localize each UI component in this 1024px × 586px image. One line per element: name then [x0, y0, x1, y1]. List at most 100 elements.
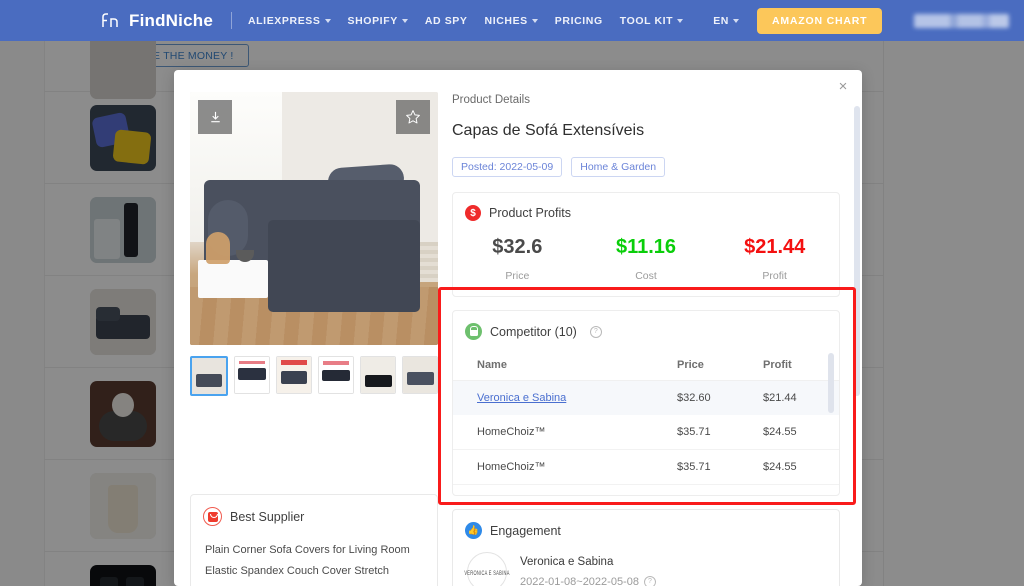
fn-monogram-glyph — [102, 12, 118, 27]
profit-cell: $32.6 Price — [453, 236, 582, 282]
nav-right-group: EN AMAZON CHART — [713, 7, 1010, 34]
thumbnail-4[interactable] — [318, 356, 354, 394]
profit-values-row: $32.6 Price $11.16 Cost $21.44 Profit — [453, 236, 839, 282]
nav-item-shopify[interactable]: SHOPIFY — [348, 15, 408, 27]
thumbnail-strip — [190, 356, 438, 396]
product-profits-header: $ Product Profits — [453, 205, 839, 221]
nav-item-label: NICHES — [484, 14, 528, 27]
modal-left-column: Best Supplier Plain Corner Sofa Covers f… — [174, 70, 438, 586]
competitor-title: Competitor (10) — [490, 324, 577, 339]
profit-cell: $21.44 Profit — [710, 236, 839, 282]
product-details-modal: × Best Supplier Plain Corner Sofa Covers… — [174, 70, 862, 586]
engagement-card: 👍 Engagement VERONICA E SABINA Veronica … — [452, 509, 840, 586]
competitor-table-head: Name Price Profit — [453, 350, 839, 381]
language-label: EN — [713, 14, 729, 27]
download-glyph — [210, 111, 220, 122]
nav-item-label: AD SPY — [424, 14, 468, 27]
category-badge[interactable]: Home & Garden — [571, 157, 666, 177]
language-selector[interactable]: EN — [713, 15, 739, 27]
engagement-date-range: 2022-01-08~2022-05-08 ? — [520, 576, 656, 586]
findniche-logo-icon — [100, 11, 122, 31]
engagement-store-row: VERONICA E SABINA Veronica e Sabina 2022… — [453, 539, 839, 586]
profit-value: $32.6 — [492, 236, 543, 258]
thumbnail-3[interactable] — [276, 356, 312, 394]
nav-menu: ALIEXPRESS SHOPIFY AD SPY NICHES PRICING TOOL… — [248, 14, 684, 27]
nav-item-pricing[interactable]: PRICING — [555, 15, 603, 27]
help-icon[interactable]: ? — [589, 325, 602, 338]
engagement-title: Engagement — [490, 523, 561, 538]
chevron-down-icon — [677, 18, 684, 23]
thumbs-up-icon: 👍 — [465, 522, 482, 539]
table-row[interactable]: Fundas de Sofá Elásticas$35.61$24.45 — [453, 484, 839, 495]
product-profits-card: $ Product Profits $32.6 Price $11.16 Cost $2… — [452, 192, 840, 297]
profit-value: $21.44 — [744, 236, 806, 258]
brand-name: FindNiche — [129, 10, 213, 30]
profit-cell: $11.16 Cost — [582, 236, 711, 282]
profit-caption: Price — [505, 270, 530, 282]
column-header: Name — [453, 350, 677, 381]
hero-jar — [206, 232, 230, 264]
nav-item-label: ALIEXPRESS — [247, 14, 321, 27]
top-navigation-bar: FindNiche ALIEXPRESS SHOPIFY AD SPY NICHES P… — [0, 0, 1024, 41]
nav-item-label: SHOPIFY — [347, 14, 398, 27]
cell-price: $32.60 — [677, 380, 763, 415]
hero-side-table — [198, 260, 268, 298]
cell-profit: $24.45 — [763, 484, 839, 495]
nav-divider — [230, 12, 232, 29]
profit-value: $11.16 — [615, 236, 677, 258]
engagement-help-icon[interactable]: ? — [643, 576, 656, 586]
cell-name: HomeChoiz™ — [453, 415, 677, 450]
user-account-area[interactable] — [914, 13, 1010, 28]
product-hero-image[interactable] — [190, 92, 438, 345]
nav-item-label: TOOL KIT — [619, 14, 674, 27]
profit-caption: Cost — [635, 270, 657, 282]
download-icon[interactable] — [198, 100, 232, 134]
table-row[interactable]: HomeChoiz™ $35.71 $24.55 — [453, 449, 839, 485]
cell-name: HomeChoiz™ — [453, 449, 677, 485]
table-header-row: Name Price Profit — [453, 350, 839, 381]
best-supplier-title: Best Supplier — [230, 509, 305, 524]
modal-scrollbar[interactable] — [854, 106, 860, 396]
posted-date-badge: Posted: 2022-05-09 — [452, 157, 563, 177]
nav-item-niches[interactable]: NICHES — [485, 15, 538, 27]
cell-profit: $24.55 — [763, 449, 839, 485]
tag-list: Posted: 2022-05-09 Home & Garden — [452, 157, 840, 177]
amazon-chart-button[interactable]: AMAZON CHART — [756, 7, 883, 34]
engagement-date-text: 2022-01-08~2022-05-08 — [520, 576, 639, 586]
modal-right-column: Product Details Capas de Sofá Extensívei… — [438, 70, 862, 586]
product-profits-title: Product Profits — [489, 206, 571, 220]
thumbnail-1[interactable] — [190, 356, 228, 396]
table-row[interactable]: HomeChoiz™ $35.71 $24.55 — [453, 415, 839, 450]
nav-item-tool-kit[interactable]: TOOL KIT — [619, 14, 684, 27]
table-row[interactable]: Veronica e Sabina $32.60 $21.44 — [453, 380, 839, 415]
engagement-store-info: Veronica e Sabina 2022-01-08~2022-05-08 … — [520, 556, 656, 586]
cell-name: Veronica e Sabina — [453, 380, 677, 415]
competitor-scrollbar[interactable] — [828, 353, 834, 413]
thumbnail-6[interactable] — [402, 356, 438, 394]
cell-name: Fundas de Sofá Elásticas — [453, 484, 677, 495]
nav-item-aliexpress[interactable]: ALIEXPRESS — [248, 15, 331, 27]
thumbnail-5[interactable] — [360, 356, 396, 394]
lock-icon — [465, 323, 482, 340]
column-header: Price — [677, 350, 763, 381]
star-glyph — [406, 110, 420, 124]
cell-price: $35.71 — [677, 415, 763, 450]
chevron-down-icon — [401, 18, 408, 23]
chevron-down-icon — [531, 18, 538, 23]
cell-price: $35.71 — [677, 449, 763, 485]
best-supplier-header: Best Supplier — [191, 507, 437, 526]
dollar-icon: $ — [465, 205, 481, 221]
best-supplier-card: Best Supplier Plain Corner Sofa Covers f… — [190, 494, 438, 586]
cell-profit: $24.55 — [763, 415, 839, 450]
profit-caption: Profit — [762, 270, 787, 282]
product-details-label: Product Details — [452, 94, 530, 106]
chevron-down-icon — [732, 18, 739, 23]
brand-logo[interactable]: FindNiche — [100, 11, 213, 31]
favorite-star-icon[interactable] — [396, 100, 430, 134]
competitor-header: Competitor (10) ? — [453, 323, 839, 340]
thumbnail-2[interactable] — [234, 356, 270, 394]
page-title: Capas de Sofá Extensíveis — [452, 122, 645, 139]
competitor-link[interactable]: Veronica e Sabina — [477, 392, 566, 404]
nav-item-ad-spy[interactable]: AD SPY — [425, 15, 468, 27]
competitor-card: Competitor (10) ? Name Price Profit Veroni… — [452, 310, 840, 496]
